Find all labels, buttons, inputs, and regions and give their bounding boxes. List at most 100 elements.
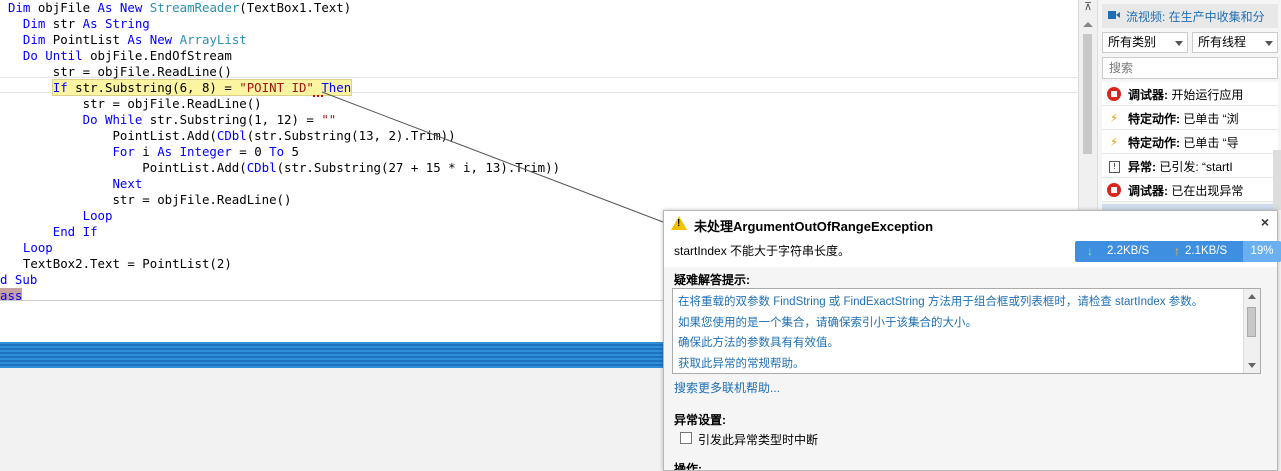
code-line[interactable]: Dim PointList As New ArrayList [8, 32, 247, 48]
code-string: "" [321, 112, 337, 127]
tip-link[interactable]: 如果您使用的是一个集合，请确保索引小于该集合的大小。 [678, 314, 977, 330]
code-line[interactable]: TextBox2.Text = PointList(2) [8, 256, 232, 272]
code-statement: PointList.Add(CDbl(str.Substring(27 + 15… [142, 160, 560, 175]
scroll-up-icon[interactable] [1248, 294, 1256, 299]
event-category: 调试器: [1128, 184, 1168, 198]
event-description: 已单击 “导 [1180, 136, 1239, 150]
break-on-exception-label[interactable]: 引发此异常类型时中断 [698, 431, 818, 448]
code-line[interactable]: End If [8, 224, 98, 240]
code-text: (str.Substring(27 + 15 * i, 13).Trim)) [276, 160, 561, 175]
event-category: 调试器: [1128, 88, 1168, 102]
event-row[interactable]: ! 异常: 已引发: “startI [1102, 154, 1278, 178]
code-keyword: d Sub [0, 272, 38, 287]
video-icon [1108, 11, 1120, 19]
code-text: str = objFile.ReadLine() [112, 192, 292, 207]
event-row[interactable]: 调试器: 已在出现异常 [1102, 178, 1278, 202]
category-filter-value: 所有类别 [1108, 35, 1157, 49]
code-statement: Do Until objFile.EndOfStream [23, 48, 232, 63]
code-line[interactable]: If str.Substring(6, 8) = "POINT ID" Then [8, 79, 353, 96]
code-keyword: Do Until [22, 48, 83, 63]
event-label: 特定动作: 已单击 “浏 [1128, 110, 1239, 127]
troubleshooting-tips-label: 疑难解答提示: [674, 273, 750, 287]
event-category: 特定动作: [1128, 112, 1180, 126]
scroll-thumb[interactable] [1083, 34, 1092, 154]
tips-scrollbar[interactable] [1243, 289, 1260, 373]
tip-link[interactable]: 确保此方法的参数具有有效值。 [678, 334, 839, 350]
code-line[interactable]: d Sub [0, 272, 37, 288]
code-line[interactable]: Do Until objFile.EndOfStream [8, 48, 232, 64]
code-line[interactable]: Do While str.Substring(1, 12) = "" [8, 112, 337, 128]
event-row[interactable]: ⚡ 特定动作: 已单击 “浏 [1102, 106, 1278, 130]
break-on-exception-checkbox[interactable] [680, 432, 692, 444]
code-keyword: ass [0, 288, 23, 300]
code-line[interactable]: PointList.Add(CDbl(str.Substring(13, 2).… [8, 128, 455, 144]
code-keyword: As New [127, 32, 173, 47]
code-keyword: To [269, 144, 285, 159]
code-line[interactable]: str = objFile.ReadLine() [8, 96, 262, 112]
search-online-help-link[interactable]: 搜索更多联机帮助... [674, 379, 780, 396]
code-text: str [45, 16, 83, 31]
thread-filter-value: 所有线程 [1198, 35, 1247, 49]
code-line[interactable]: ass [0, 288, 23, 300]
close-icon[interactable]: × [1261, 214, 1269, 230]
code-keyword: For [112, 144, 135, 159]
split-window-icon[interactable]: ⊼ [1082, 2, 1094, 13]
event-label: 调试器: 已在出现异常 [1128, 182, 1243, 199]
code-statement: Loop [23, 240, 53, 255]
event-row[interactable]: 调试器: 开始运行应用 [1102, 82, 1278, 106]
code-text: = 0 [231, 144, 270, 159]
code-line[interactable]: str = objFile.ReadLine() [8, 64, 232, 80]
exception-settings-label: 异常设置: [674, 413, 726, 427]
troubleshooting-tips-list: 在将重载的双参数 FindString 或 FindExactString 方法… [672, 288, 1261, 374]
diagnostics-header[interactable]: 流视频: 在生产中收集和分 [1102, 4, 1278, 28]
code-line[interactable]: Next [8, 176, 142, 192]
event-row[interactable]: ⚡ 特定动作: 已单击 “导 [1102, 130, 1278, 154]
usage-percent: 19% [1243, 241, 1281, 262]
scroll-up-icon[interactable] [1083, 22, 1093, 27]
code-text: objFile [30, 0, 98, 15]
diagnostics-search-input[interactable]: 搜索 [1102, 57, 1278, 79]
tip-link[interactable]: 获取此异常的常规帮助。 [678, 355, 805, 371]
code-line[interactable]: For i As Integer = 0 To 5 [8, 144, 299, 160]
thread-filter-select[interactable]: 所有线程 [1192, 32, 1278, 53]
chevron-down-icon [1175, 41, 1183, 46]
error-squiggle [313, 92, 323, 97]
code-line[interactable]: Dim objFile As New StreamReader(TextBox1… [8, 0, 351, 16]
code-keyword: End If [52, 224, 98, 239]
debugger-stop-icon [1107, 87, 1121, 101]
code-keyword: Dim [8, 0, 31, 15]
code-keyword: CDbl [216, 128, 247, 143]
code-line[interactable]: str = objFile.ReadLine() [8, 192, 291, 208]
scroll-thumb[interactable] [1247, 307, 1256, 337]
code-statement: Dim objFile As New StreamReader(TextBox1… [8, 0, 351, 15]
code-string: "POINT ID" [239, 80, 314, 95]
code-keyword: Loop [82, 208, 113, 223]
code-line[interactable]: Loop [8, 240, 53, 256]
event-description: 开始运行应用 [1168, 88, 1244, 102]
warning-mark: ! [677, 218, 681, 229]
chevron-down-icon [1265, 41, 1273, 46]
diagnostics-header-text: 流视频: 在生产中收集和分 [1126, 10, 1265, 24]
event-description: 已单击 “浏 [1180, 112, 1239, 126]
output-pane-header [0, 342, 663, 368]
event-label: 调试器: 开始运行应用 [1128, 86, 1243, 103]
scroll-down-icon[interactable] [1248, 363, 1256, 368]
code-keyword: Do While [82, 112, 143, 127]
code-line[interactable]: Dim str As String [8, 16, 150, 32]
event-category: 异常: [1128, 160, 1156, 174]
diagnostics-scrollbar[interactable] [1273, 150, 1281, 210]
category-filter-select[interactable]: 所有类别 [1102, 32, 1188, 53]
download-arrow-icon: ↓ [1087, 244, 1093, 258]
code-statement: End If [53, 224, 98, 239]
network-speed-widget[interactable]: ↓ 2.2KB/S ↑ 2.1KB/S 19% [1075, 241, 1281, 262]
code-line[interactable]: Loop [8, 208, 113, 224]
code-keyword: CDbl [246, 160, 277, 175]
code-line[interactable]: PointList.Add(CDbl(str.Substring(27 + 15… [8, 160, 560, 176]
tip-link[interactable]: 在将重载的双参数 FindString 或 FindExactString 方法… [678, 293, 1203, 309]
code-text: str.Substring(1, 12) = [142, 112, 322, 127]
